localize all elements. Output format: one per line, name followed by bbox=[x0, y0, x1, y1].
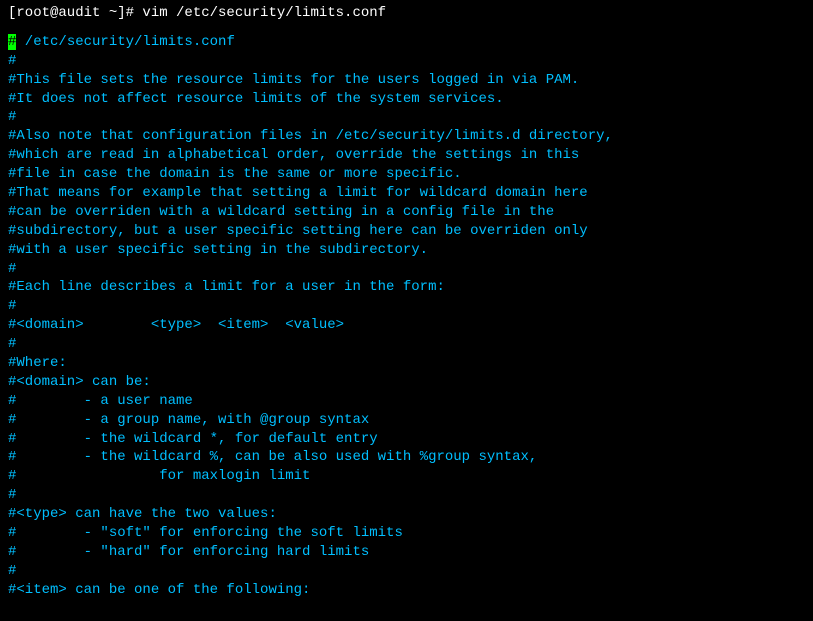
file-line: # - the wildcard %, can be also used wit… bbox=[8, 448, 805, 467]
file-line: # bbox=[8, 260, 805, 279]
file-line: # - a user name bbox=[8, 392, 805, 411]
shell-prompt: [root@audit ~]# bbox=[8, 5, 142, 21]
file-line: #That means for example that setting a l… bbox=[8, 184, 805, 203]
file-line: #Also note that configuration files in /… bbox=[8, 127, 805, 146]
shell-command: vim /etc/security/limits.conf bbox=[142, 5, 386, 21]
terminal[interactable]: [root@audit ~]# vim /etc/security/limits… bbox=[8, 4, 805, 600]
file-line: #<domain> <type> <item> <value> bbox=[8, 316, 805, 335]
file-line: #It does not affect resource limits of t… bbox=[8, 90, 805, 109]
file-line: #<domain> can be: bbox=[8, 373, 805, 392]
file-line: #<item> can be one of the following: bbox=[8, 581, 805, 600]
shell-prompt-line: [root@audit ~]# vim /etc/security/limits… bbox=[8, 4, 805, 23]
file-line-header: # /etc/security/limits.conf bbox=[8, 33, 805, 52]
file-header-text: /etc/security/limits.conf bbox=[16, 34, 234, 50]
file-line: # bbox=[8, 562, 805, 581]
file-line: #file in case the domain is the same or … bbox=[8, 165, 805, 184]
file-line: # - a group name, with @group syntax bbox=[8, 411, 805, 430]
file-line: # bbox=[8, 108, 805, 127]
spacer bbox=[8, 23, 805, 33]
file-line: # - the wildcard *, for default entry bbox=[8, 430, 805, 449]
file-line: # bbox=[8, 297, 805, 316]
file-line: #subdirectory, but a user specific setti… bbox=[8, 222, 805, 241]
file-line: #with a user specific setting in the sub… bbox=[8, 241, 805, 260]
file-line: # bbox=[8, 52, 805, 71]
file-line: #This file sets the resource limits for … bbox=[8, 71, 805, 90]
file-line: #Each line describes a limit for a user … bbox=[8, 278, 805, 297]
file-line: # bbox=[8, 335, 805, 354]
file-line: #which are read in alphabetical order, o… bbox=[8, 146, 805, 165]
file-line: #can be overriden with a wildcard settin… bbox=[8, 203, 805, 222]
file-line: # - "hard" for enforcing hard limits bbox=[8, 543, 805, 562]
file-line: #<type> can have the two values: bbox=[8, 505, 805, 524]
editor-content[interactable]: # /etc/security/limits.conf # #This file… bbox=[8, 33, 805, 600]
file-line: # for maxlogin limit bbox=[8, 467, 805, 486]
file-line: # - "soft" for enforcing the soft limits bbox=[8, 524, 805, 543]
file-line: #Where: bbox=[8, 354, 805, 373]
file-line: # bbox=[8, 486, 805, 505]
